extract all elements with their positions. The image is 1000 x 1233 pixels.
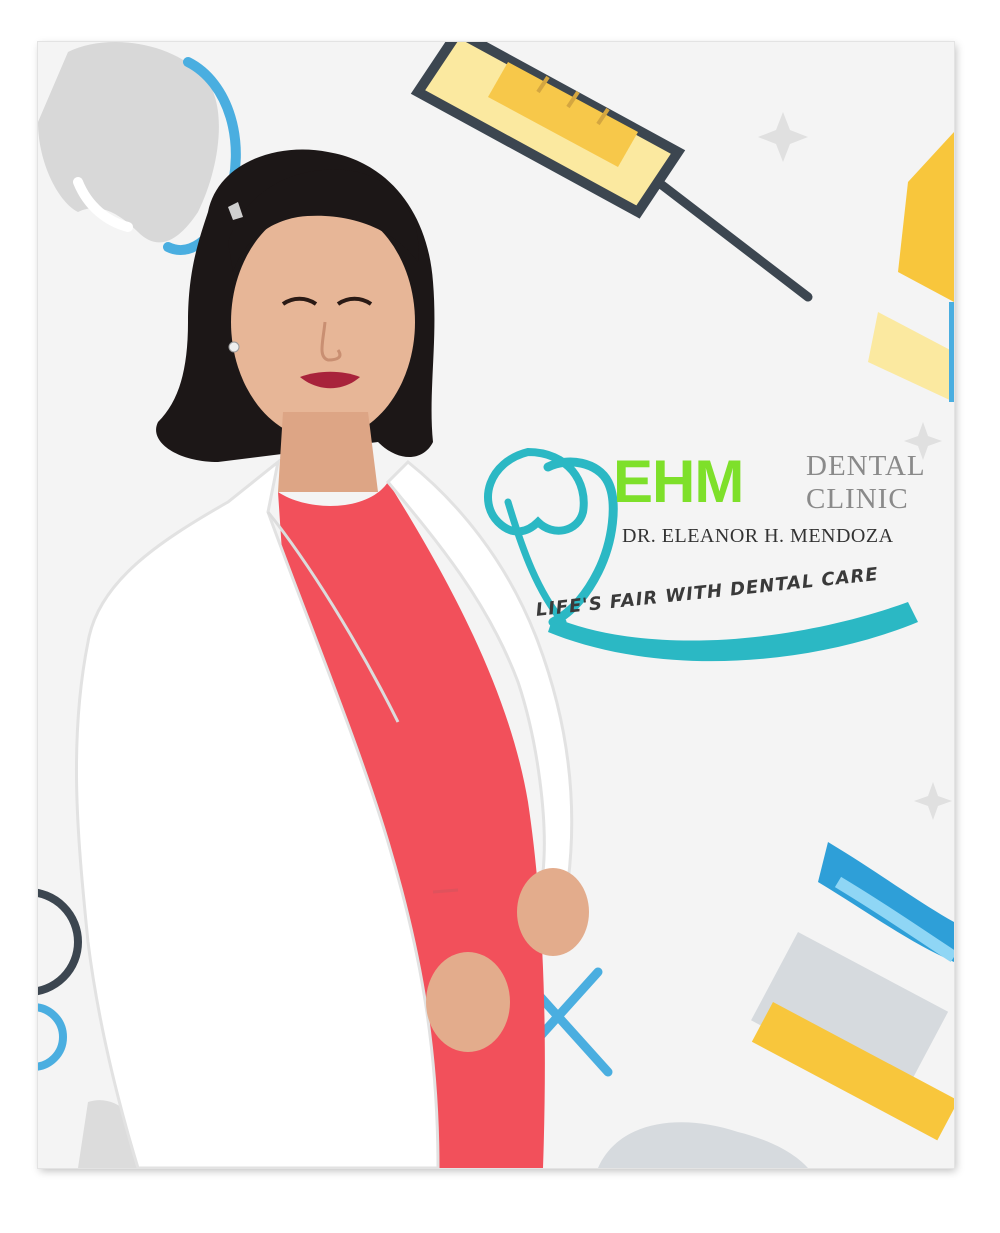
brand-ehm: EHM [613, 448, 744, 515]
poster-frame: EHM DENTAL CLINIC DR. ELEANOR H. MENDOZA… [38, 42, 954, 1168]
brand-clinic: CLINIC [806, 483, 909, 515]
face [231, 204, 415, 440]
left-hand [426, 952, 510, 1052]
doctor-name: DR. ELEANOR H. MENDOZA [622, 525, 894, 547]
brand-dental: DENTAL [806, 450, 926, 482]
right-hand [517, 868, 589, 956]
